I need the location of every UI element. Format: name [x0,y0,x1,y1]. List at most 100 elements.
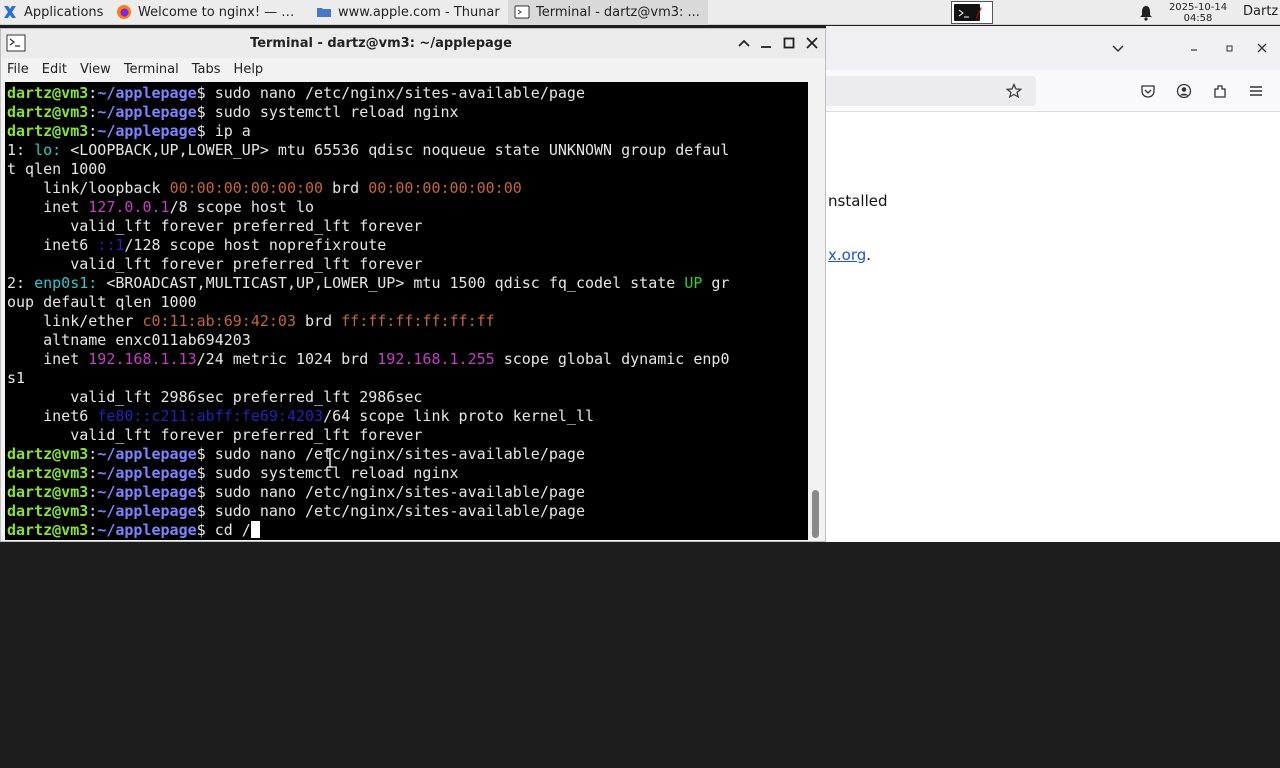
prompt-path: ~/applepage [97,464,197,482]
menu-help[interactable]: Help [234,62,264,77]
terminal-line: s1 [7,369,730,388]
prompt-dollar: $ [196,521,215,539]
terminal-text: sudo systemctl reload nginx [214,464,459,482]
pocket-icon[interactable] [1140,83,1156,99]
applications-menu-button[interactable]: Applications [0,0,110,25]
top-panel: Applications Welcome to nginx! — M... ww… [0,0,1280,25]
taskbar-item-thunar[interactable]: www.apple.com - Thunar [310,0,508,25]
prompt-path: ~/applepage [97,483,197,501]
terminal-text: fe80::c211:abff:fe69:4203 [97,407,324,425]
terminal-line: inet6 ::1/128 scope host noprefixroute [7,236,730,255]
terminal-text: 1: [7,141,35,159]
terminal-text: inet6 [7,236,98,254]
terminal-text: /24 metric 1024 brd [196,350,378,368]
terminal-text: /64 scope link proto kernel_ll [323,407,595,425]
terminal-line: valid_lft forever preferred_lft forever [7,426,730,445]
page-text-installed: nstalled [828,192,888,210]
terminal-line: dartz@vm3:~/applepage$ sudo nano /etc/ng… [7,483,730,502]
terminal-screen[interactable]: dartz@vm3:~/applepage$ sudo nano /etc/ng… [5,82,808,540]
terminal-titlebar[interactable]: Terminal - dartz@vm3: ~/applepage [1,29,825,58]
terminal-line: dartz@vm3:~/applepage$ sudo systemctl re… [7,464,730,483]
terminal-line: 2: enp0s1: <BROADCAST,MULTICAST,UP,LOWER… [7,274,730,293]
nginx-org-link[interactable]: x.org [828,246,866,264]
terminal-menubar: File Edit View Terminal Tabs Help [1,58,825,81]
bookmark-star-icon[interactable] [1006,83,1022,99]
terminal-text: valid_lft forever preferred_lft forever [7,217,423,235]
minimize-icon[interactable] [1188,42,1200,54]
scrollbar-thumb[interactable] [812,490,819,538]
terminal-icon [958,9,969,18]
terminal-text: <LOOPBACK,UP,LOWER_UP> mtu 65536 qdisc n… [61,141,730,159]
terminal-text: 00:00:00:00:00:00 [169,179,324,197]
prompt-separator: : [88,445,98,463]
menu-terminal[interactable]: Terminal [124,62,179,77]
maximize-icon[interactable] [781,35,797,51]
prompt-separator: : [88,84,98,102]
terminal-text: ff:ff:ff:ff:ff:ff [341,312,495,330]
shade-up-icon[interactable] [736,35,752,51]
menu-file[interactable]: File [7,62,29,77]
terminal-text: enp0s1: [34,274,98,292]
prompt-separator: : [88,464,98,482]
terminal-text: 127.0.0.1 [88,198,170,216]
close-icon[interactable] [1256,42,1268,54]
terminal-text: brd [296,312,342,330]
maximize-icon[interactable] [1223,42,1235,54]
prompt-user: dartz@vm3 [7,502,89,520]
terminal-line: dartz@vm3:~/applepage$ ip a [7,122,730,141]
taskbar-item-label: Welcome to nginx! — M... [138,4,304,20]
url-bar[interactable] [826,76,1036,106]
prompt-separator: : [88,103,98,121]
terminal-line: oup default qlen 1000 [7,293,730,312]
menu-tabs[interactable]: Tabs [192,62,221,77]
terminal-text: brd [323,179,369,197]
hamburger-menu-icon[interactable] [1248,83,1264,99]
workspace-switcher[interactable] [951,1,993,24]
terminal-icon [514,5,530,19]
prompt-dollar: $ [196,502,215,520]
terminal-text: <BROADCAST,MULTICAST,UP,LOWER_UP> mtu 15… [97,274,685,292]
xfce-logo-icon [4,6,16,18]
close-icon[interactable] [804,35,820,51]
taskbar-item-label: Terminal - dartz@vm3: ... [536,4,700,20]
prompt-dollar: $ [196,84,215,102]
menu-view[interactable]: View [80,62,111,77]
account-icon[interactable] [1176,83,1192,99]
terminal-line: t qlen 1000 [7,160,730,179]
terminal-text: altname enxc011ab694203 [7,331,251,349]
terminal-text: 2: [7,274,35,292]
terminal-line: inet 127.0.0.1/8 scope host lo [7,198,730,217]
browser-window: nstalled x.org. [826,26,1280,768]
terminal-scrollbar[interactable] [809,82,823,540]
prompt-path: ~/applepage [97,502,197,520]
prompt-dollar: $ [196,445,215,463]
terminal-text: c0:11:ab:69:42:03 [142,312,296,330]
prompt-user: dartz@vm3 [7,84,89,102]
minimize-icon[interactable] [758,35,774,51]
notification-bell-icon[interactable] [1138,5,1154,21]
taskbar-item-firefox[interactable]: Welcome to nginx! — M... [110,0,310,25]
terminal-text: 192.168.1.13 [88,350,197,368]
user-menu[interactable]: Dartz [1243,4,1278,19]
page-link-row: x.org. [828,246,871,264]
terminal-text: s1 [7,369,26,387]
taskbar-item-label: www.apple.com - Thunar [338,4,500,20]
prompt-path: ~/applepage [97,122,197,140]
extensions-icon[interactable] [1212,83,1228,99]
terminal-text: 192.168.1.255 [377,350,495,368]
taskbar-item-terminal[interactable]: Terminal - dartz@vm3: ... [508,0,708,25]
prompt-path: ~/applepage [97,521,197,539]
prompt-path: ~/applepage [97,84,197,102]
panel-clock[interactable]: 2025-10-14 04:58 [1165,2,1231,24]
prompt-separator: : [88,521,98,539]
terminal-cursor [250,521,260,538]
prompt-path: ~/applepage [97,445,197,463]
terminal-line: link/ether c0:11:ab:69:42:03 brd ff:ff:f… [7,312,730,331]
terminal-text: inet6 [7,407,98,425]
chevron-down-icon[interactable] [1112,42,1124,54]
firefox-icon [117,5,131,19]
prompt-separator: : [88,502,98,520]
menu-edit[interactable]: Edit [42,62,67,77]
browser-tab-bar [826,26,1280,70]
terminal-text: valid_lft forever preferred_lft forever [7,426,423,444]
